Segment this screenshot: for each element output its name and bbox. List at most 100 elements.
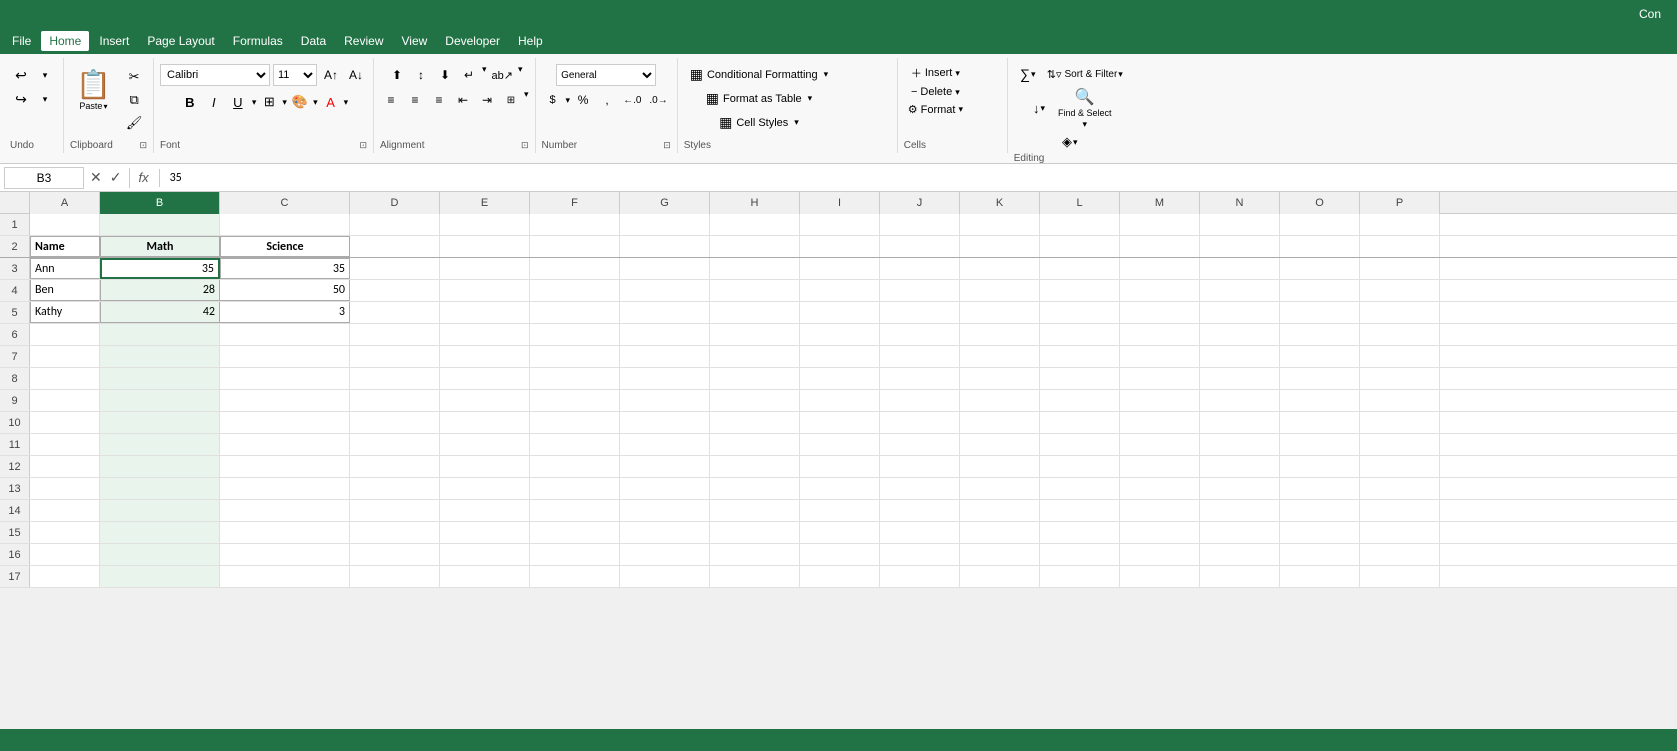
cut-button[interactable]: ✂	[123, 66, 146, 88]
sort-filter-button[interactable]: ⇅▿ Sort & Filter ▾	[1044, 67, 1126, 82]
cell-c8[interactable]	[220, 368, 350, 389]
cell-b12[interactable]	[100, 456, 220, 477]
cell-l15[interactable]	[1040, 522, 1120, 543]
cell-e15[interactable]	[440, 522, 530, 543]
cell-a16[interactable]	[30, 544, 100, 565]
cell-f6[interactable]	[530, 324, 620, 345]
cell-p10[interactable]	[1360, 412, 1440, 433]
cell-j1[interactable]	[880, 214, 960, 235]
cell-h3[interactable]	[710, 258, 800, 279]
cell-b14[interactable]	[100, 500, 220, 521]
cell-d6[interactable]	[350, 324, 440, 345]
cell-g13[interactable]	[620, 478, 710, 499]
cell-styles-dropdown[interactable]: ▾	[794, 117, 799, 128]
cell-h10[interactable]	[710, 412, 800, 433]
cell-k13[interactable]	[960, 478, 1040, 499]
cell-styles-button[interactable]: ▦ Cell Styles ▾	[713, 112, 805, 133]
cell-d12[interactable]	[350, 456, 440, 477]
col-header-j[interactable]: J	[880, 192, 960, 214]
cell-o11[interactable]	[1280, 434, 1360, 455]
cell-c11[interactable]	[220, 434, 350, 455]
col-header-o[interactable]: O	[1280, 192, 1360, 214]
cell-o1[interactable]	[1280, 214, 1360, 235]
row-num-3[interactable]: 3	[0, 258, 30, 279]
cell-d1[interactable]	[350, 214, 440, 235]
cell-k8[interactable]	[960, 368, 1040, 389]
cell-n2[interactable]	[1200, 236, 1280, 257]
cell-p16[interactable]	[1360, 544, 1440, 565]
cell-o3[interactable]	[1280, 258, 1360, 279]
cell-o8[interactable]	[1280, 368, 1360, 389]
cell-c14[interactable]	[220, 500, 350, 521]
cell-e13[interactable]	[440, 478, 530, 499]
cell-o16[interactable]	[1280, 544, 1360, 565]
col-header-c[interactable]: C	[220, 192, 350, 214]
cell-i11[interactable]	[800, 434, 880, 455]
cell-g10[interactable]	[620, 412, 710, 433]
undo-button[interactable]: ↩	[10, 64, 32, 86]
cell-e16[interactable]	[440, 544, 530, 565]
cell-p12[interactable]	[1360, 456, 1440, 477]
menu-data[interactable]: Data	[293, 31, 334, 51]
cell-d14[interactable]	[350, 500, 440, 521]
cell-k7[interactable]	[960, 346, 1040, 367]
cell-b17[interactable]	[100, 566, 220, 587]
cell-g8[interactable]	[620, 368, 710, 389]
cell-p4[interactable]	[1360, 280, 1440, 301]
row-num-7[interactable]: 7	[0, 346, 30, 367]
autosum-dropdown[interactable]: ▾	[1031, 69, 1036, 80]
cell-reference-box[interactable]	[4, 167, 84, 189]
cell-m10[interactable]	[1120, 412, 1200, 433]
cell-o17[interactable]	[1280, 566, 1360, 587]
menu-formulas[interactable]: Formulas	[225, 31, 291, 51]
cell-m1[interactable]	[1120, 214, 1200, 235]
fill-dropdown[interactable]: ▾	[313, 97, 318, 108]
number-format-select[interactable]: General	[556, 64, 656, 86]
cell-l2[interactable]	[1040, 236, 1120, 257]
cell-h16[interactable]	[710, 544, 800, 565]
cell-n14[interactable]	[1200, 500, 1280, 521]
cell-e8[interactable]	[440, 368, 530, 389]
cell-k17[interactable]	[960, 566, 1040, 587]
cell-j17[interactable]	[880, 566, 960, 587]
cell-k5[interactable]	[960, 302, 1040, 323]
cell-f9[interactable]	[530, 390, 620, 411]
cell-k9[interactable]	[960, 390, 1040, 411]
cell-k1[interactable]	[960, 214, 1040, 235]
cell-m3[interactable]	[1120, 258, 1200, 279]
cell-d7[interactable]	[350, 346, 440, 367]
cell-j15[interactable]	[880, 522, 960, 543]
cell-a6[interactable]	[30, 324, 100, 345]
bold-button[interactable]: B	[179, 91, 201, 113]
orientation-button[interactable]: ab↗	[489, 64, 516, 86]
cell-l8[interactable]	[1040, 368, 1120, 389]
sort-filter-dropdown[interactable]: ▾	[1118, 69, 1123, 80]
row-num-12[interactable]: 12	[0, 456, 30, 477]
row-num-4[interactable]: 4	[0, 280, 30, 301]
cell-p13[interactable]	[1360, 478, 1440, 499]
redo-button[interactable]: ↪	[10, 88, 32, 110]
align-bottom-button[interactable]: ⬇	[434, 64, 456, 86]
align-center-button[interactable]: ≡	[404, 89, 426, 111]
align-top-button[interactable]: ⬆	[386, 64, 408, 86]
cell-e11[interactable]	[440, 434, 530, 455]
cell-c5[interactable]: 3	[220, 302, 350, 323]
cell-d17[interactable]	[350, 566, 440, 587]
col-header-d[interactable]: D	[350, 192, 440, 214]
row-num-10[interactable]: 10	[0, 412, 30, 433]
cell-f15[interactable]	[530, 522, 620, 543]
cell-o9[interactable]	[1280, 390, 1360, 411]
alignment-expand-icon[interactable]: ⊡	[521, 140, 529, 151]
cell-j13[interactable]	[880, 478, 960, 499]
italic-button[interactable]: I	[203, 91, 225, 113]
cell-o4[interactable]	[1280, 280, 1360, 301]
cell-m2[interactable]	[1120, 236, 1200, 257]
cell-l7[interactable]	[1040, 346, 1120, 367]
cell-m6[interactable]	[1120, 324, 1200, 345]
cell-c4[interactable]: 50	[220, 280, 350, 301]
font-expand-icon[interactable]: ⊡	[359, 140, 367, 151]
cell-d9[interactable]	[350, 390, 440, 411]
conditional-formatting-button[interactable]: ▦ Conditional Formatting ▾	[684, 64, 834, 85]
cell-f2[interactable]	[530, 236, 620, 257]
cell-m5[interactable]	[1120, 302, 1200, 323]
